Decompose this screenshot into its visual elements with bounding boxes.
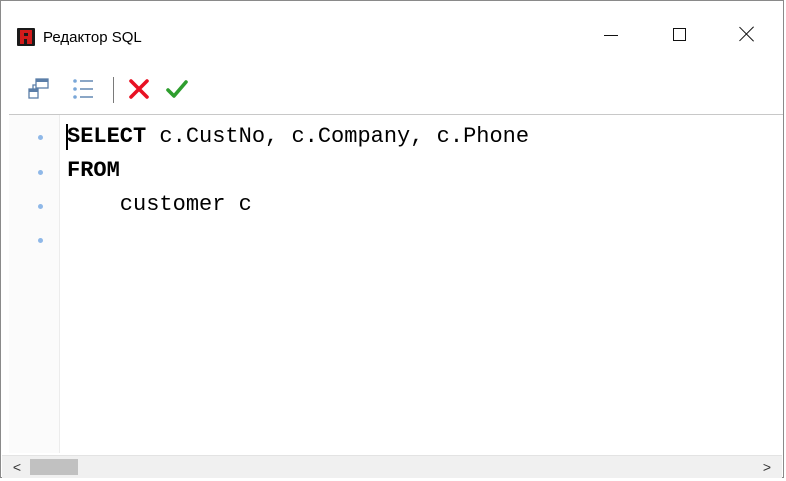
title-bar[interactable]: Редактор SQL bbox=[1, 1, 783, 55]
ok-check-icon bbox=[166, 80, 188, 98]
line-marker bbox=[38, 135, 43, 140]
sql-code-editor[interactable]: SELECT c.CustNo, c.Company, c.Phone FROM… bbox=[9, 114, 783, 453]
list-icon bbox=[73, 79, 93, 99]
window-title: Редактор SQL bbox=[43, 29, 142, 46]
minimize-icon bbox=[604, 34, 618, 36]
line-marker bbox=[38, 170, 43, 175]
maximize-icon bbox=[672, 27, 686, 41]
cancel-button[interactable] bbox=[127, 77, 151, 101]
maximize-button[interactable] bbox=[653, 13, 705, 55]
sql-keyword: FROM bbox=[67, 158, 120, 183]
toolbar-separator bbox=[113, 77, 114, 103]
query-builder-button[interactable] bbox=[27, 77, 51, 101]
code-line: SELECT c.CustNo, c.Company, c.Phone bbox=[67, 120, 529, 154]
line-marker bbox=[38, 238, 43, 243]
code-text: customer c bbox=[67, 192, 252, 217]
code-text: c.CustNo, c.Company, c.Phone bbox=[146, 124, 530, 149]
cancel-x-icon bbox=[129, 79, 149, 99]
toolbar bbox=[1, 63, 783, 109]
query-builder-icon bbox=[28, 78, 49, 99]
scrollbar-thumb[interactable] bbox=[30, 459, 78, 475]
line-marker bbox=[38, 204, 43, 209]
minimize-button[interactable] bbox=[585, 13, 637, 55]
apply-button[interactable] bbox=[165, 77, 189, 101]
scroll-left-arrow-icon[interactable]: < bbox=[8, 458, 26, 476]
app-logo-icon bbox=[17, 28, 35, 46]
sql-keyword: SELECT bbox=[67, 124, 147, 149]
scroll-right-arrow-icon[interactable]: > bbox=[758, 458, 776, 476]
line-gutter bbox=[9, 115, 60, 453]
list-button[interactable] bbox=[71, 77, 95, 101]
close-icon bbox=[739, 26, 755, 42]
code-area[interactable]: SELECT c.CustNo, c.Company, c.Phone FROM… bbox=[67, 115, 773, 453]
sql-editor-window: Редактор SQL SELECT c.CustNo, c.Company,… bbox=[0, 0, 784, 478]
code-line: FROM bbox=[67, 154, 120, 188]
code-line: customer c bbox=[67, 188, 252, 222]
horizontal-scrollbar[interactable]: < > bbox=[2, 455, 782, 478]
close-button[interactable] bbox=[721, 13, 773, 55]
